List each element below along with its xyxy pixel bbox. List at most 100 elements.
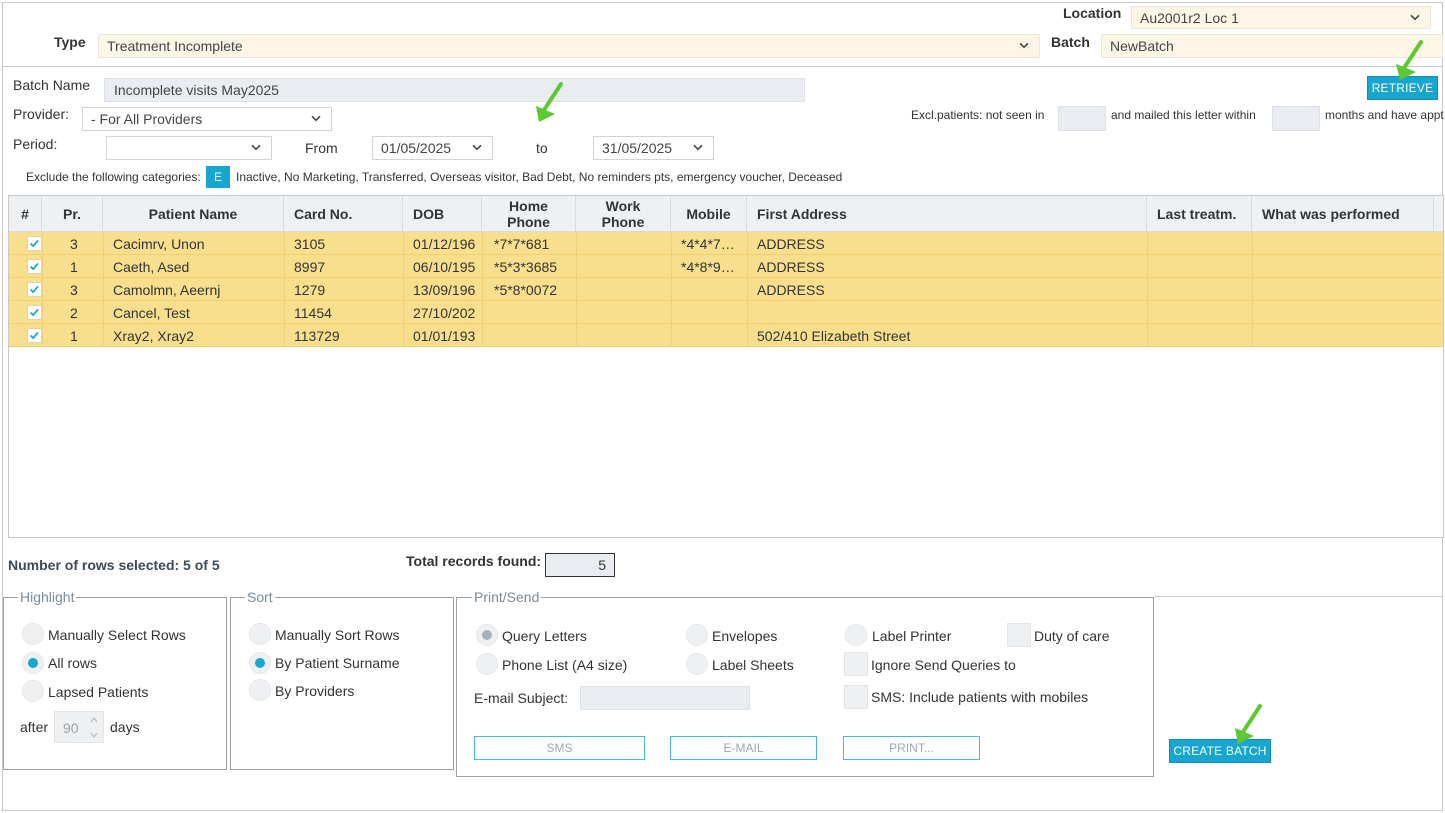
col-header-what-performed[interactable]: What was performed — [1252, 196, 1434, 232]
col-header-provider[interactable]: Pr. — [42, 196, 103, 232]
cell-provider: 2 — [70, 304, 78, 321]
chevron-down-icon — [251, 144, 261, 151]
cell-work-phone — [576, 255, 671, 278]
col-header-patient-name[interactable]: Patient Name — [103, 196, 284, 232]
cell-patient-name: Cacimrv, Unon — [113, 235, 205, 252]
ignore-send-queries-checkbox[interactable] — [844, 652, 868, 676]
col-header-work-phone[interactable]: Work Phone — [576, 196, 671, 232]
row-select-checkbox[interactable] — [27, 282, 42, 297]
cell-work-phone — [576, 301, 671, 324]
phone-list-radio[interactable] — [476, 653, 498, 675]
col-header-index[interactable]: # — [9, 196, 42, 232]
row-select-checkbox[interactable] — [27, 305, 42, 320]
table-row[interactable]: 3 Cacimrv, Unon 3105 01/12/196 *7*7*681 *4*4*… — [9, 232, 1443, 255]
cell-last-treatment — [1147, 255, 1252, 278]
row-select-checkbox[interactable] — [27, 236, 42, 251]
sms-include-mobiles-label: SMS: Include patients with mobiles — [871, 689, 1089, 705]
label-printer-radio[interactable] — [845, 624, 867, 646]
excl-mailed-input[interactable] — [1272, 106, 1320, 131]
email-button[interactable]: E-MAIL — [670, 736, 817, 760]
cell-what-performed — [1252, 278, 1434, 301]
highlight-legend: Highlight — [18, 589, 77, 605]
cell-provider: 1 — [70, 258, 78, 275]
chevron-down-icon — [693, 144, 703, 151]
table-row[interactable]: 2 Cancel, Test 11454 27/10/202 — [9, 301, 1443, 324]
cell-home-phone: *7*7*681 — [494, 235, 550, 252]
col-header-dob[interactable]: DOB — [403, 196, 482, 232]
cell-last-treatment — [1147, 278, 1252, 301]
batch-label: Batch — [1051, 34, 1090, 50]
provider-value: - For All Providers — [91, 111, 203, 127]
batch-name-input[interactable]: Incomplete visits May2025 — [104, 78, 805, 102]
days-stepper[interactable]: 90 — [54, 711, 104, 743]
print-button[interactable]: PRINT... — [843, 736, 980, 760]
manually-sort-rows-radio[interactable] — [249, 623, 271, 645]
duty-of-care-checkbox[interactable] — [1007, 623, 1031, 647]
cell-card-no: 3105 — [294, 235, 326, 252]
exclude-categories-button[interactable]: E — [206, 166, 230, 188]
table-row[interactable]: 1 Xray2, Xray2 113729 01/01/193 502/410 Eliz… — [9, 324, 1443, 347]
cell-provider: 3 — [70, 235, 78, 252]
cell-first-address: 502/410 Elizabeth Street — [757, 327, 911, 344]
cell-first-address: ADDRESS — [757, 258, 825, 275]
chevron-down-icon[interactable] — [89, 730, 99, 740]
lapsed-patients-radio[interactable] — [22, 680, 44, 702]
col-header-home-phone[interactable]: Home Phone — [482, 196, 576, 232]
cell-mobile: *4*8*9… — [681, 258, 735, 275]
annotation-arrow-icon — [1235, 704, 1262, 744]
provider-select[interactable]: - For All Providers — [82, 107, 332, 131]
cell-card-no: 8997 — [294, 258, 326, 275]
type-select[interactable]: Treatment Incomplete — [98, 34, 1040, 58]
query-letters-radio[interactable] — [476, 624, 498, 646]
to-date-select[interactable]: 31/05/2025 — [593, 136, 714, 160]
all-rows-radio[interactable] — [22, 652, 44, 674]
chevron-down-icon — [1019, 42, 1029, 49]
row-select-checkbox[interactable] — [27, 259, 42, 274]
period-select[interactable] — [106, 136, 272, 160]
location-select[interactable]: Au2001r2 Loc 1 — [1131, 6, 1431, 29]
phone-list-label: Phone List (A4 size) — [502, 657, 628, 673]
cell-first-address: ADDRESS — [757, 281, 825, 298]
lapsed-patients-label: Lapsed Patients — [48, 684, 149, 700]
provider-label: Provider: — [13, 106, 70, 122]
check-icon — [29, 262, 39, 271]
batch-name-label: Batch Name — [13, 77, 91, 93]
col-header-first-address[interactable]: First Address — [747, 196, 1147, 232]
table-row[interactable]: 1 Caeth, Ased 8997 06/10/195 *5*3*3685 *4*8*9… — [9, 255, 1443, 278]
envelopes-radio[interactable] — [686, 624, 708, 646]
label-sheets-radio[interactable] — [686, 653, 708, 675]
cell-last-treatment — [1147, 232, 1252, 255]
batch-value: NewBatch — [1110, 38, 1174, 54]
patient-table: # Pr. Patient Name Card No. DOB Home Pho… — [8, 195, 1444, 538]
cell-dob: 01/12/196 — [413, 235, 476, 252]
cell-patient-name: Caeth, Ased — [113, 258, 190, 275]
email-subject-input[interactable] — [580, 686, 750, 710]
to-label: to — [536, 140, 548, 156]
col-header-last-treatment[interactable]: Last treatm. — [1147, 196, 1252, 232]
manually-sort-rows-label: Manually Sort Rows — [275, 627, 400, 643]
by-patient-surname-radio[interactable] — [249, 652, 271, 674]
from-date-select[interactable]: 01/05/2025 — [372, 136, 493, 160]
chevron-up-icon[interactable] — [89, 715, 99, 725]
col-header-card-no[interactable]: Card No. — [284, 196, 403, 232]
label-printer-label: Label Printer — [872, 628, 952, 644]
col-header-mobile[interactable]: Mobile — [671, 196, 747, 232]
sort-legend: Sort — [245, 589, 275, 605]
excl-not-seen-input[interactable] — [1058, 106, 1106, 131]
cell-patient-name: Cancel, Test — [113, 304, 190, 321]
sms-button[interactable]: SMS — [474, 736, 645, 760]
check-icon — [29, 285, 39, 294]
cell-home-phone: *5*3*3685 — [494, 258, 558, 275]
sms-include-mobiles-checkbox[interactable] — [844, 685, 868, 709]
row-select-checkbox[interactable] — [27, 328, 42, 343]
cell-mobile — [671, 324, 747, 347]
chevron-down-icon — [472, 144, 482, 151]
manually-select-rows-radio[interactable] — [22, 623, 44, 645]
cell-dob: 01/01/193 — [413, 327, 476, 344]
by-providers-radio[interactable] — [249, 679, 271, 701]
location-value: Au2001r2 Loc 1 — [1140, 9, 1239, 26]
cell-last-treatment — [1147, 301, 1252, 324]
table-row[interactable]: 3 Camolmn, Aeernj 1279 13/09/196 *5*8*0072 AD… — [9, 278, 1443, 301]
type-label: Type — [54, 34, 86, 50]
cell-card-no: 113729 — [294, 327, 340, 344]
